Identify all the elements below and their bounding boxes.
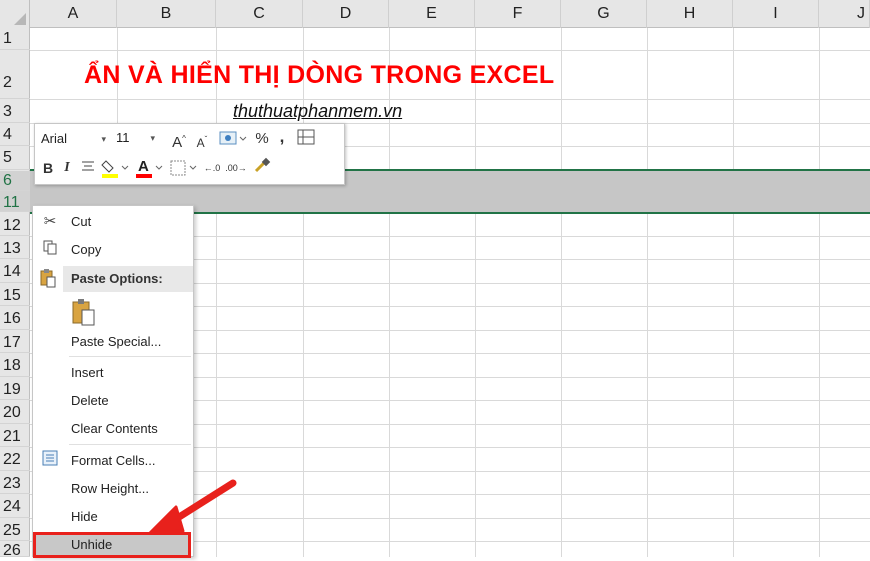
- spreadsheet: A B C D E F G H I J 1 2 3 4 5 6 11 12 13…: [0, 0, 870, 559]
- menu-item-hide-label: Hide: [71, 509, 98, 524]
- copy-icon: [39, 239, 61, 261]
- comma-style-button[interactable]: ,: [275, 126, 289, 148]
- paste-icon: [39, 268, 61, 290]
- row-header-20[interactable]: 20: [0, 400, 30, 424]
- menu-item-copy-label: Copy: [71, 242, 102, 257]
- column-header-j[interactable]: J: [819, 0, 870, 28]
- menu-item-row-height-label: Row Height...: [71, 481, 150, 496]
- menu-item-insert[interactable]: Insert: [33, 360, 193, 386]
- font-name-value: Arial: [41, 131, 68, 146]
- chevron-down-icon: ▾: [101, 134, 106, 144]
- menu-item-copy[interactable]: Copy: [33, 237, 193, 263]
- bold-button[interactable]: B: [39, 157, 57, 179]
- column-header-f[interactable]: F: [475, 0, 561, 28]
- font-size-value: 11: [116, 130, 130, 145]
- decrease-font-size-icon[interactable]: Aˇ: [193, 129, 211, 151]
- row-header-5[interactable]: 5: [0, 146, 30, 170]
- menu-item-cut-label: Cut: [71, 214, 92, 229]
- column-header-h[interactable]: H: [647, 0, 733, 28]
- column-header-i[interactable]: I: [733, 0, 819, 28]
- menu-item-format-cells[interactable]: Format Cells...: [33, 448, 193, 474]
- increase-decimal-icon[interactable]: ←.0: [201, 157, 223, 179]
- paste-options-header: Paste Options:: [63, 266, 193, 292]
- column-header-a[interactable]: A: [30, 0, 117, 28]
- mini-toolbar: Arial ▾ 11 ▾ A^ Aˇ % , B I A ←.0 .00→: [34, 123, 345, 185]
- cell-title[interactable]: ẨN VÀ HIỂN THỊ DÒNG TRONG EXCEL: [84, 61, 554, 90]
- column-header-b[interactable]: B: [117, 0, 216, 28]
- percent-button[interactable]: %: [253, 128, 271, 150]
- align-center-icon[interactable]: [79, 157, 97, 179]
- row-header-22[interactable]: 22: [0, 447, 30, 471]
- menu-item-delete[interactable]: Delete: [33, 388, 193, 414]
- menu-item-format-cells-label: Format Cells...: [71, 453, 156, 468]
- menu-item-paste-special[interactable]: Paste Special...: [33, 329, 193, 355]
- column-header-c[interactable]: C: [216, 0, 303, 28]
- menu-separator: [69, 356, 191, 357]
- menu-item-paste-special-label: Paste Special...: [71, 334, 162, 349]
- menu-item-clear-contents[interactable]: Clear Contents: [33, 416, 193, 442]
- italic-button[interactable]: I: [59, 157, 75, 179]
- column-header-d[interactable]: D: [303, 0, 389, 28]
- row-header-17[interactable]: 17: [0, 330, 30, 353]
- merge-center-icon[interactable]: [295, 128, 317, 150]
- row-header-3[interactable]: 3: [0, 99, 30, 123]
- row-header-25[interactable]: 25: [0, 518, 30, 541]
- menu-item-delete-label: Delete: [71, 393, 109, 408]
- menu-item-cut[interactable]: ✂ Cut: [33, 209, 193, 235]
- row-header-4[interactable]: 4: [0, 123, 30, 146]
- fill-color-icon[interactable]: [99, 157, 131, 179]
- accounting-format-icon[interactable]: [215, 128, 251, 150]
- menu-separator: [69, 444, 191, 445]
- menu-item-unhide-label: Unhide: [71, 537, 113, 552]
- font-color-letter: A: [138, 158, 149, 175]
- menu-item-hide[interactable]: Hide: [33, 504, 193, 530]
- row-header-24[interactable]: 24: [0, 494, 30, 518]
- row-header-26[interactable]: 26: [0, 541, 30, 559]
- select-all-corner[interactable]: [0, 0, 30, 28]
- format-painter-icon[interactable]: [251, 157, 273, 179]
- menu-item-clear-contents-label: Clear Contents: [71, 421, 158, 436]
- menu-item-row-height[interactable]: Row Height...: [33, 476, 193, 502]
- column-header-bar: A B C D E F G H I J: [0, 0, 870, 28]
- row-header-15[interactable]: 15: [0, 283, 30, 306]
- format-cells-icon: [39, 450, 61, 472]
- row-header-1[interactable]: 1: [0, 28, 30, 50]
- row-header-16[interactable]: 16: [0, 306, 30, 330]
- row-header-18[interactable]: 18: [0, 353, 30, 377]
- increase-font-size-icon[interactable]: A^: [169, 128, 189, 151]
- scissors-icon: ✂: [43, 213, 57, 230]
- row-header-13[interactable]: 13: [0, 236, 30, 259]
- row-header-6[interactable]: 6: [0, 171, 30, 191]
- paste-clipboard-icon[interactable]: [71, 297, 97, 327]
- cell-subtitle[interactable]: thuthuatphanmem.vn: [233, 101, 402, 122]
- font-color-icon[interactable]: A: [133, 157, 165, 179]
- chevron-down-icon: ▾: [150, 133, 155, 143]
- row-header-14[interactable]: 14: [0, 259, 30, 283]
- decrease-decimal-icon[interactable]: .00→: [225, 157, 247, 179]
- row-header-11[interactable]: 11: [0, 191, 30, 212]
- row-header-21[interactable]: 21: [0, 424, 30, 447]
- row-header-23[interactable]: 23: [0, 471, 30, 494]
- font-size-box[interactable]: 11 ▾: [113, 128, 157, 150]
- context-menu: ✂ Cut Copy Paste Options: Paste Special.…: [32, 205, 194, 558]
- row-header-12[interactable]: 12: [0, 214, 30, 236]
- font-name-box[interactable]: Arial ▾: [39, 128, 109, 150]
- borders-icon[interactable]: [167, 157, 199, 179]
- column-header-e[interactable]: E: [389, 0, 475, 28]
- menu-item-insert-label: Insert: [71, 365, 104, 380]
- row-header-19[interactable]: 19: [0, 377, 30, 400]
- column-header-g[interactable]: G: [561, 0, 647, 28]
- menu-item-unhide[interactable]: Unhide: [33, 532, 191, 558]
- row-header-2[interactable]: 2: [0, 50, 30, 99]
